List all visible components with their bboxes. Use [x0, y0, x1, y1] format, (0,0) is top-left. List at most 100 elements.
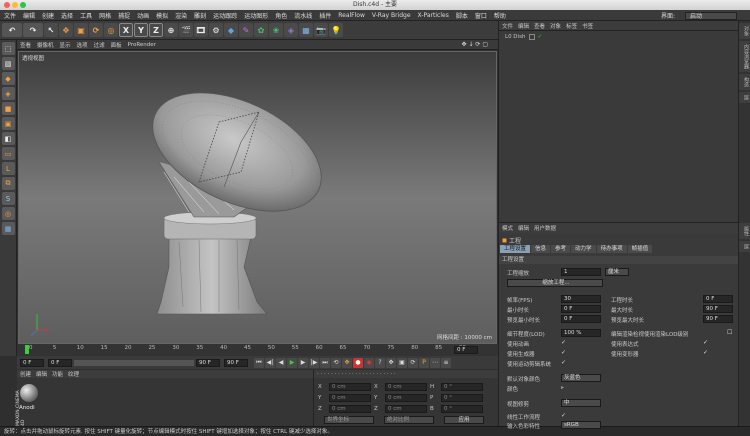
viewport-menu-item[interactable]: 过滤: [94, 41, 105, 49]
layout-dropdown[interactable]: 启动: [685, 11, 737, 20]
material-menu-item[interactable]: 纹理: [68, 370, 79, 378]
scale-tool-icon[interactable]: ▣: [74, 23, 88, 37]
key-rotation-icon[interactable]: ⟳: [408, 357, 418, 368]
polygons-mode-icon[interactable]: ■: [1, 102, 15, 115]
material-menu-item[interactable]: 创建: [20, 370, 31, 378]
min-time-field[interactable]: 0 F: [561, 305, 601, 313]
axis-mode-icon[interactable]: L: [1, 162, 15, 175]
minimize-window-button[interactable]: [12, 2, 18, 8]
tab-interpolation[interactable]: 帧插值: [627, 245, 653, 253]
tab-dynamics[interactable]: 动力学: [571, 245, 596, 253]
end-frame-field[interactable]: 90 F: [224, 358, 248, 367]
object-menu-item[interactable]: 查看: [534, 22, 545, 30]
coord-size-field[interactable]: 0 cm: [385, 382, 427, 391]
viewport-nav-icons[interactable]: ✥ ↓ ⟳ ▢: [462, 41, 488, 48]
menu-item[interactable]: 角色: [275, 11, 287, 20]
material-menu-item[interactable]: 功能: [52, 370, 63, 378]
move-tool-icon[interactable]: ✥: [59, 23, 73, 37]
environment-icon[interactable]: ▦: [299, 23, 313, 37]
range-slider[interactable]: [74, 359, 194, 366]
right-tab-content-browser[interactable]: 内容浏览器: [739, 41, 750, 72]
attr-menu-item[interactable]: 编辑: [518, 224, 529, 232]
render-view-icon[interactable]: 🎬: [179, 23, 193, 37]
apply-button[interactable]: 应用: [444, 416, 484, 424]
menu-item[interactable]: 帮助: [494, 11, 506, 20]
start-frame-field[interactable]: 0 F: [20, 358, 44, 367]
menu-item[interactable]: X-Particles: [418, 12, 449, 19]
menu-item[interactable]: 创建: [42, 11, 54, 20]
menu-item[interactable]: 运动跟踪: [213, 11, 237, 20]
linear-workflow-checkbox[interactable]: ✓: [561, 412, 566, 419]
object-row-dish[interactable]: L0 Dish ✓: [505, 34, 542, 40]
next-frame-icon[interactable]: ▶: [298, 357, 308, 368]
tab-project-settings[interactable]: 工程设置: [500, 245, 531, 253]
menu-item[interactable]: RealFlow: [338, 12, 365, 19]
object-menu-item[interactable]: 编辑: [518, 22, 529, 30]
object-menu-item[interactable]: 书签: [582, 22, 593, 30]
undo-button[interactable]: ↶: [2, 23, 22, 37]
timeline[interactable]: 051015202530354045505560657075808590 0 F: [17, 344, 498, 356]
coord-position-field[interactable]: 0 cm: [329, 393, 371, 402]
scale-unit-dropdown[interactable]: 厘米: [605, 268, 629, 276]
render-settings-icon[interactable]: ⚙: [209, 23, 223, 37]
light-icon[interactable]: 💡: [329, 23, 343, 37]
object-menu-item[interactable]: 对象: [550, 22, 561, 30]
timeline-options-icon[interactable]: ≡: [441, 357, 451, 368]
texture-mode-icon[interactable]: ▧: [1, 57, 15, 70]
playhead-marker[interactable]: [25, 345, 29, 354]
satellite-dish-model[interactable]: [19, 52, 497, 344]
prev-key-icon[interactable]: ◀|: [265, 357, 275, 368]
go-to-start-icon[interactable]: ⏮: [254, 357, 264, 368]
viewport-menu-item[interactable]: 显示: [60, 41, 71, 49]
subdivision-icon[interactable]: ✿: [254, 23, 268, 37]
object-mode-icon[interactable]: ◧: [1, 132, 15, 145]
current-frame-field[interactable]: 0 F: [454, 346, 478, 354]
view-clip-dropdown[interactable]: 中: [561, 399, 601, 407]
menu-item[interactable]: 选择: [61, 11, 73, 20]
select-tool-icon[interactable]: ↖: [44, 23, 58, 37]
render-picture-viewer-icon[interactable]: 🎞: [194, 23, 208, 37]
loop-icon[interactable]: ⟲: [331, 357, 341, 368]
autokey-icon[interactable]: ◉: [364, 357, 374, 368]
right-tab-layers-bottom[interactable]: 层: [739, 241, 750, 252]
menu-item[interactable]: 动画: [137, 11, 149, 20]
prev-frame-icon[interactable]: ◀: [276, 357, 286, 368]
coord-size-field[interactable]: 0 cm: [385, 404, 427, 413]
max-frame-field[interactable]: 90 F: [196, 358, 220, 367]
coord-position-field[interactable]: 0 cm: [329, 404, 371, 413]
menu-item[interactable]: 工具: [80, 11, 92, 20]
deformer-icon[interactable]: ◈: [284, 23, 298, 37]
right-tab-structure[interactable]: 构造: [739, 74, 750, 90]
use-expressions-checkbox[interactable]: ✓: [703, 339, 708, 346]
rotate-tool-icon[interactable]: ⟳: [89, 23, 103, 37]
object-menu-item[interactable]: 文件: [502, 22, 513, 30]
coordinate-mode-dropdown[interactable]: 世界坐标: [324, 416, 374, 424]
coord-rotation-field[interactable]: 0 °: [441, 404, 483, 413]
axis-z-button[interactable]: Z: [149, 23, 163, 37]
zoom-window-button[interactable]: [20, 2, 26, 8]
viewport[interactable]: 透视视图 网格间距: 10000 cm: [18, 51, 497, 344]
project-length-field[interactable]: 0 F: [703, 295, 733, 303]
array-icon[interactable]: ❀: [269, 23, 283, 37]
axis-y-button[interactable]: Y: [134, 23, 148, 37]
edges-mode-icon[interactable]: ◈: [1, 87, 15, 100]
material-menu-item[interactable]: 编辑: [36, 370, 47, 378]
menu-item[interactable]: 流水线: [294, 11, 312, 20]
key-move-icon[interactable]: ✥: [342, 357, 352, 368]
key-pla-icon[interactable]: ⋯: [430, 357, 440, 368]
menu-item[interactable]: 模拟: [156, 11, 168, 20]
keyframe-selection-icon[interactable]: ?: [375, 357, 385, 368]
visibility-toggle-icon[interactable]: [529, 34, 536, 40]
viewport-menu-item[interactable]: ProRender: [128, 42, 156, 48]
pen-icon[interactable]: ✎: [239, 23, 253, 37]
use-animation-checkbox[interactable]: ✓: [561, 339, 566, 346]
viewport-menu-item[interactable]: 面板: [111, 41, 122, 49]
key-position-icon[interactable]: ✥: [386, 357, 396, 368]
right-tab-attributes[interactable]: 属性: [739, 223, 750, 239]
right-tab-objects[interactable]: 对象: [739, 23, 750, 39]
fps-field[interactable]: 30: [561, 295, 601, 303]
enable-check-icon[interactable]: ✓: [537, 34, 542, 40]
tab-todo[interactable]: 待办事项: [596, 245, 627, 253]
menu-item[interactable]: 插件: [319, 11, 331, 20]
scale-project-button[interactable]: 缩放工程...: [507, 279, 603, 287]
